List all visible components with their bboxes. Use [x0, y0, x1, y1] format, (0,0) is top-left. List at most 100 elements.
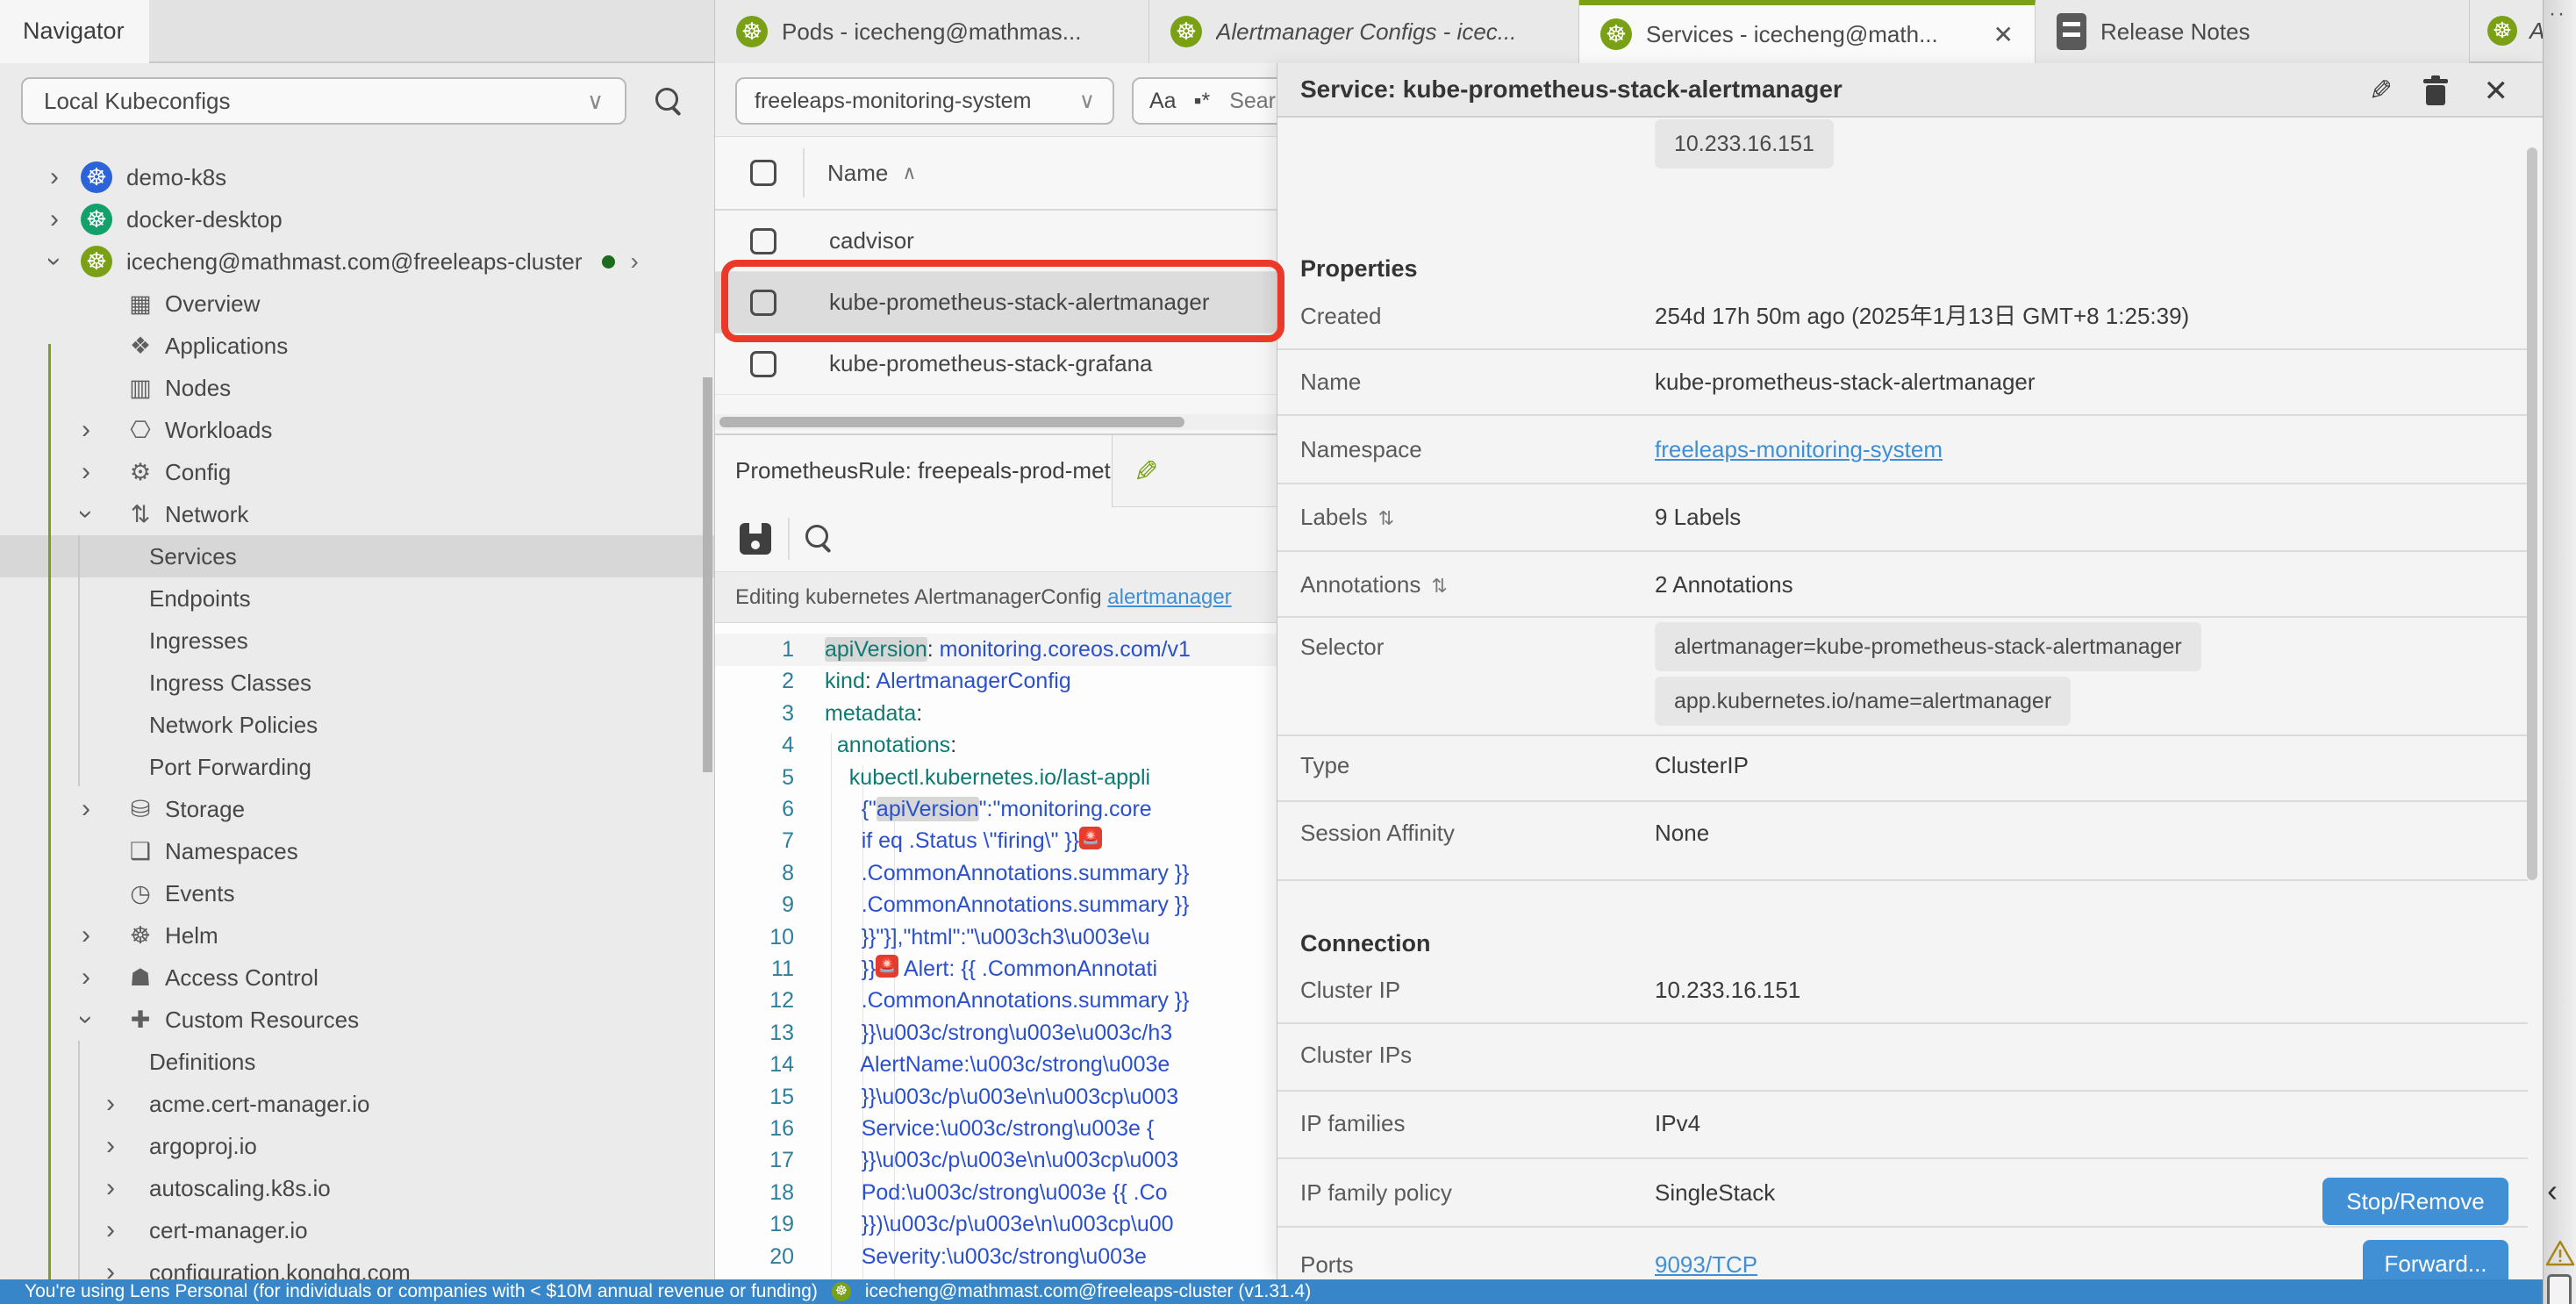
- row-checkbox[interactable]: [750, 351, 776, 377]
- trash-icon[interactable]: [2422, 75, 2449, 105]
- panel-toggle-icon[interactable]: [2547, 1274, 2572, 1304]
- sidebar-item-nodes[interactable]: ▥Nodes: [0, 367, 715, 409]
- table-row-kube-prometheus-stack-grafana[interactable]: kube-prometheus-stack-grafana: [715, 333, 1277, 395]
- search-input[interactable]: [1227, 88, 1277, 115]
- chevron-right-icon[interactable]: ›: [42, 165, 67, 190]
- code-line[interactable]: 11 }}🚨 Alert: {{ .CommonAnnotati: [715, 953, 1277, 985]
- sidebar-item-cert-manager-io[interactable]: ›cert-manager.io: [0, 1209, 715, 1251]
- tab-alertmanager-configs-icec[interactable]: ☸Alertmanager Configs - icec...: [1149, 0, 1579, 63]
- dock-tab-prometheusrule[interactable]: PrometheusRule: freepeals-prod-metrics: [715, 435, 1113, 507]
- tab-release-notes[interactable]: Release Notes: [2036, 0, 2470, 63]
- save-icon[interactable]: [740, 523, 771, 555]
- sidebar-item-configuration-konghq-com[interactable]: ›configuration.konghq.com: [0, 1251, 715, 1279]
- select-all-checkbox[interactable]: [750, 160, 776, 186]
- chevron-right-icon[interactable]: ›: [98, 1218, 123, 1243]
- chevron-right-icon[interactable]: ›: [631, 247, 639, 276]
- tab-pods-icecheng-mathmas[interactable]: ☸Pods - icecheng@mathmas...: [715, 0, 1149, 63]
- search-icon[interactable]: [655, 88, 685, 118]
- chevron-right-icon[interactable]: ›: [74, 418, 98, 442]
- code-line[interactable]: 14 AlertName:\u003c/strong\u003e: [715, 1049, 1277, 1081]
- chevron-right-icon[interactable]: ›: [98, 1176, 123, 1200]
- sidebar-item-definitions[interactable]: Definitions: [0, 1041, 715, 1083]
- code-line[interactable]: 13 }}\u003c/strong\u003e\u003c/h3: [715, 1017, 1277, 1050]
- match-case-icon[interactable]: Aa: [1149, 89, 1177, 114]
- chevron-right-icon[interactable]: ›: [98, 1134, 123, 1158]
- sidebar-item-workloads[interactable]: ›⎔Workloads: [0, 409, 715, 451]
- sidebar-item-config[interactable]: ›⚙Config: [0, 451, 715, 493]
- panel-scrollbar-thumb[interactable]: [2527, 147, 2537, 880]
- horizontal-scrollbar-thumb[interactable]: [719, 417, 1184, 427]
- tab-partial[interactable]: ☸ A: [2470, 0, 2543, 63]
- sidebar-item-acme-cert-manager-io[interactable]: ›acme.cert-manager.io: [0, 1083, 715, 1125]
- tab-services-icecheng-math[interactable]: ☸Services - icecheng@math...✕: [1579, 0, 2036, 63]
- chevron-down-icon[interactable]: ›: [74, 1007, 98, 1032]
- code-line[interactable]: 15 }}\u003c/p\u003e\n\u003cp\u003: [715, 1081, 1277, 1114]
- sidebar-item-ingresses[interactable]: Ingresses: [0, 620, 715, 662]
- code-line[interactable]: 19 }})\u003c/p\u003e\n\u003cp\u00: [715, 1208, 1277, 1241]
- code-line[interactable]: 9 .CommonAnnotations.summary }}: [715, 889, 1277, 921]
- sidebar-item-network-policies[interactable]: Network Policies: [0, 704, 715, 746]
- chevron-right-icon[interactable]: ›: [74, 797, 98, 821]
- code-line[interactable]: 7 if eq .Status \"firing\" }}🚨: [715, 825, 1277, 857]
- table-row-partial[interactable]: kube-prometheus-stack-...: [715, 395, 1277, 414]
- sidebar-item-overview[interactable]: ▦Overview: [0, 283, 715, 325]
- sidebar-scrollbar-thumb[interactable]: [703, 377, 712, 772]
- sidebar-item-namespaces[interactable]: ❑Namespaces: [0, 830, 715, 872]
- code-line[interactable]: 1apiVersion: monitoring.coreos.com/v1: [715, 634, 1277, 666]
- code-line[interactable]: 2kind: AlertmanagerConfig: [715, 665, 1277, 698]
- code-line[interactable]: 8 .CommonAnnotations.summary }}: [715, 857, 1277, 890]
- sidebar-item-events[interactable]: ◷Events: [0, 872, 715, 914]
- code-line[interactable]: 10 }}"}],"html":"\u003ch3\u003e\u: [715, 921, 1277, 954]
- sidebar-item-ingress-classes[interactable]: Ingress Classes: [0, 662, 715, 704]
- port-link-9093-tcp[interactable]: 9093/TCP: [1655, 1247, 1757, 1279]
- code-line[interactable]: 21 }}\u003c/p\u003e\n\u003cp\u003: [715, 1272, 1277, 1279]
- sidebar-item-helm[interactable]: ›☸Helm: [0, 914, 715, 957]
- editing-resource-link[interactable]: alertmanager: [1107, 585, 1231, 609]
- sidebar-item-applications[interactable]: ❖Applications: [0, 325, 715, 367]
- code-line[interactable]: 12 .CommonAnnotations.summary }}: [715, 985, 1277, 1017]
- detail-link-freeleaps-monitoring-system[interactable]: freeleaps-monitoring-system: [1655, 432, 1943, 467]
- sidebar-item-argoproj-io[interactable]: ›argoproj.io: [0, 1125, 715, 1167]
- close-icon[interactable]: ✕: [2484, 74, 2509, 109]
- chevron-right-icon[interactable]: ›: [42, 207, 67, 232]
- sidebar-item-network[interactable]: ›⇅Network: [0, 493, 715, 535]
- code-line[interactable]: 16 Service:\u003c/strong\u003e {: [715, 1113, 1277, 1145]
- close-icon[interactable]: ✕: [1993, 20, 2014, 49]
- kubeconfig-select[interactable]: Local Kubeconfigs ∨: [21, 77, 626, 125]
- search-icon[interactable]: [805, 525, 835, 555]
- chevron-right-icon[interactable]: ›: [74, 460, 98, 484]
- yaml-editor[interactable]: 1apiVersion: monitoring.coreos.com/v12ki…: [715, 623, 1277, 1279]
- sort-icon[interactable]: ⇅: [1431, 575, 1447, 597]
- chevron-right-icon[interactable]: ›: [98, 1260, 123, 1279]
- code-line[interactable]: 3metadata:: [715, 698, 1277, 730]
- code-line[interactable]: 17 }}\u003c/p\u003e\n\u003cp\u003: [715, 1144, 1277, 1177]
- sidebar-item-services[interactable]: Services: [0, 535, 715, 577]
- namespace-select[interactable]: freeleaps-monitoring-system ∨: [735, 77, 1114, 125]
- code-line[interactable]: 5 kubectl.kubernetes.io/last-appli: [715, 762, 1277, 794]
- row-checkbox[interactable]: [750, 228, 776, 254]
- code-line[interactable]: 6 {"apiVersion":"monitoring.core: [715, 793, 1277, 826]
- chevron-left-icon[interactable]: ‹: [2547, 1172, 2558, 1209]
- chevron-right-icon[interactable]: ›: [98, 1092, 123, 1116]
- sort-ascending-icon[interactable]: ∧: [902, 161, 916, 184]
- code-line[interactable]: 4 annotations:: [715, 729, 1277, 762]
- code-line[interactable]: 18 Pod:\u003c/strong\u003e {{ .Co: [715, 1177, 1277, 1209]
- sidebar-item-storage[interactable]: ›⛁Storage: [0, 788, 715, 830]
- sidebar-item-icecheng-mathmast-com-freeleaps-cluster[interactable]: ›☸icecheng@mathmast.com@freeleaps-cluste…: [0, 240, 715, 283]
- warning-icon[interactable]: [2545, 1239, 2575, 1267]
- code-line[interactable]: 20 Severity:\u003c/strong\u003e: [715, 1241, 1277, 1273]
- sidebar-item-custom-resources[interactable]: ›✚Custom Resources: [0, 999, 715, 1041]
- sort-icon[interactable]: ⇅: [1378, 507, 1394, 529]
- edit-icon[interactable]: ✎: [2369, 74, 2393, 107]
- sidebar-item-docker-desktop[interactable]: ›☸docker-desktop: [0, 198, 715, 240]
- name-column-header[interactable]: Name: [827, 160, 888, 187]
- chevron-down-icon[interactable]: ›: [74, 502, 98, 527]
- sidebar-item-autoscaling-k8s-io[interactable]: ›autoscaling.k8s.io: [0, 1167, 715, 1209]
- edit-icon[interactable]: ✎: [1134, 455, 1159, 490]
- active-context[interactable]: icecheng@mathmast.com@freeleaps-cluster …: [865, 1281, 1311, 1302]
- sidebar-item-port-forwarding[interactable]: Port Forwarding: [0, 746, 715, 788]
- sidebar-item-access-control[interactable]: ›☗Access Control: [0, 957, 715, 999]
- chevron-right-icon[interactable]: ›: [74, 965, 98, 990]
- sidebar-item-demo-k8s[interactable]: ›☸demo-k8s: [0, 156, 715, 198]
- chevron-right-icon[interactable]: ›: [74, 923, 98, 948]
